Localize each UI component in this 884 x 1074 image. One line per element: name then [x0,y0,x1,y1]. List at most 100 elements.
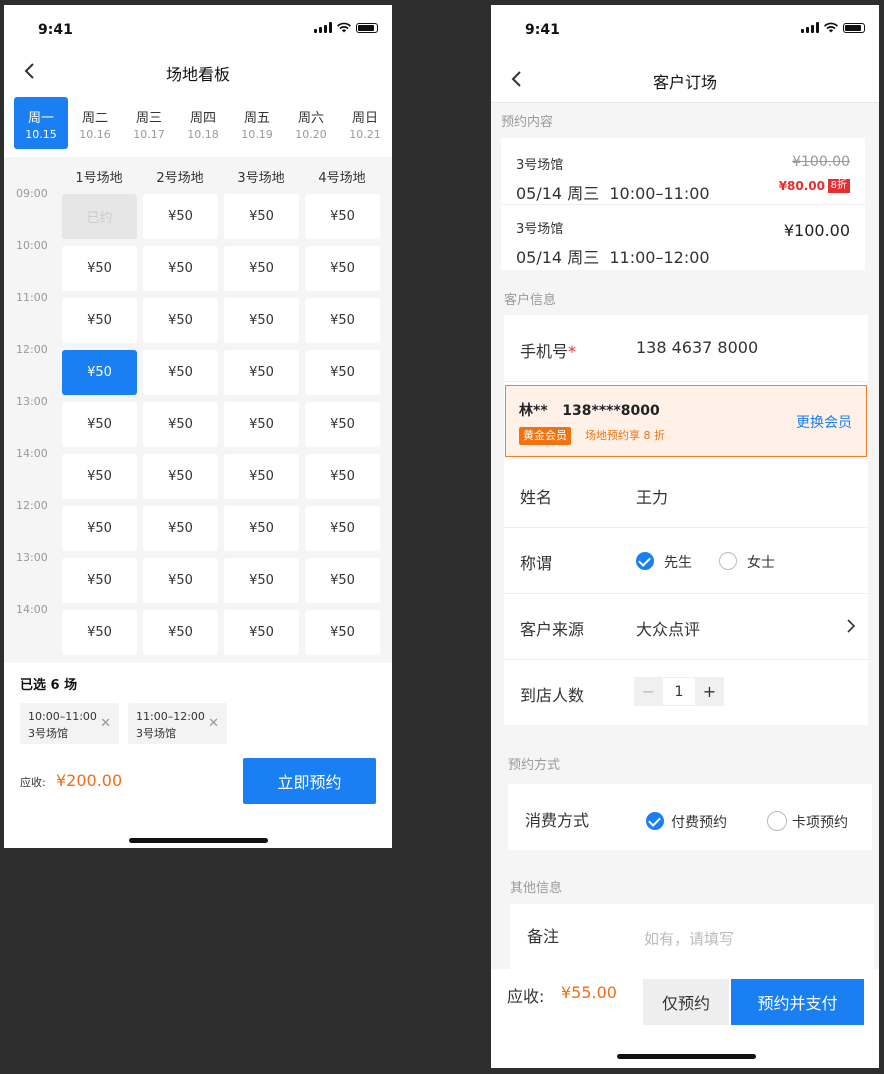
remark-label: 备注 [527,927,560,946]
booking-method-card: 消费方式 付费预约 卡项预约 [508,784,872,850]
slot-cell[interactable]: ¥50 [62,558,137,603]
radio-ms[interactable] [719,552,737,570]
booking-datetime: 05/14 周三 11:00–12:00 [516,244,710,268]
day-date: 10.16 [79,128,111,141]
tab-day[interactable]: 周一 10.15 [14,97,68,149]
tab-day[interactable]: 周日 10.21 [338,97,392,149]
source-row[interactable]: 客户来源 大众点评 [504,593,868,660]
discount-price: ¥80.00 [778,179,825,193]
status-bar: 9:41 [491,5,879,49]
slot-cell[interactable]: ¥50 [143,298,218,343]
page-title: 场地看板 [165,65,230,84]
tab-day[interactable]: 周六 10.20 [284,97,338,149]
reserve-only-button[interactable]: 仅预约 [643,979,729,1025]
tab-day[interactable]: 周四 10.18 [176,97,230,149]
tab-day[interactable]: 周三 10.17 [122,97,176,149]
slot-cell[interactable]: ¥50 [305,194,380,239]
radio-paid-booking[interactable] [646,812,664,830]
reserve-and-pay-button[interactable]: 预约并支付 [731,979,864,1025]
slot-cell[interactable]: ¥50 [305,558,380,603]
time-label: 13:00 [16,551,48,564]
day-name: 周五 [243,111,270,126]
phone-row: 手机号* 138 4637 8000 [504,315,868,382]
slot-selected[interactable]: ¥50 [62,350,137,395]
visitor-count-value[interactable]: 1 [663,677,695,706]
close-icon[interactable]: ✕ [208,715,219,732]
time-label: 10:00 [16,239,48,252]
slot-cell[interactable]: ¥50 [143,454,218,499]
slot-cell[interactable]: ¥50 [305,610,380,655]
court-header: 2号场地 [156,171,204,186]
section-booking-method: 预约方式 [508,758,561,773]
slot-cell[interactable]: ¥50 [143,506,218,551]
slot-cell[interactable]: ¥50 [62,246,137,291]
slot-cell[interactable]: ¥50 [62,298,137,343]
slot-cell[interactable]: ¥50 [305,350,380,395]
remark-input[interactable]: 如有，请填写 [644,928,734,949]
change-member-link[interactable]: 更换会员 [796,412,852,432]
time-label: 09:00 [16,187,48,200]
slot-cell[interactable]: ¥50 [143,402,218,447]
day-date: 10.19 [241,128,273,141]
status-time: 9:41 [38,22,73,38]
booking-time: 11:00–12:00 [609,248,710,267]
due-amount: ¥200.00 [56,771,123,790]
minus-button[interactable]: − [634,677,663,706]
radio-mr-label: 先生 [664,555,692,571]
slot-cell[interactable]: ¥50 [224,610,299,655]
slot-cell[interactable]: ¥50 [224,454,299,499]
booking-list: 3号场馆 05/14 周三 10:00–11:00 ¥100.00 ¥80.00… [501,138,865,270]
court-header: 3号场地 [237,171,285,186]
booking-item: 3号场馆 05/14 周三 11:00–12:00 ¥100.00 [501,204,865,270]
slot-cell[interactable]: ¥50 [305,506,380,551]
booking-date: 05/14 周三 [516,248,600,267]
battery-icon [843,22,865,33]
radio-card-booking[interactable] [767,811,787,831]
slot-cell[interactable]: ¥50 [224,506,299,551]
slot-cell[interactable]: ¥50 [143,194,218,239]
plus-button[interactable]: + [695,677,724,706]
slot-cell[interactable]: ¥50 [62,402,137,447]
discount-badge: 8折 [827,179,850,193]
day-name: 周日 [351,111,378,126]
slot-booked: 已约 [62,194,137,239]
slot-cell[interactable]: ¥50 [62,506,137,551]
selection-panel: 已选 6 场 10:00–11:00 3号场馆 ✕ 11:00–12:00 3号… [4,663,392,848]
page-title: 客户订场 [652,73,717,92]
booking-datetime: 05/14 周三 10:00–11:00 [516,180,710,204]
tab-day[interactable]: 周五 10.19 [230,97,284,149]
booking-date: 05/14 周三 [516,184,600,203]
slot-cell[interactable]: ¥50 [143,246,218,291]
slot-cell[interactable]: ¥50 [224,350,299,395]
close-icon[interactable]: ✕ [100,715,111,732]
booking-time: 10:00–11:00 [609,184,710,203]
booking-venue: 3号场馆 [516,158,564,173]
day-name: 周四 [189,111,216,126]
book-now-button[interactable]: 立即预约 [243,758,376,804]
member-name: 林** 138****8000 [519,400,660,420]
name-field[interactable]: 王力 [636,484,668,508]
slot-cell[interactable]: ¥50 [224,402,299,447]
slot-cell[interactable]: ¥50 [224,298,299,343]
slot-cell[interactable]: ¥50 [62,610,137,655]
slot-cell[interactable]: ¥50 [305,246,380,291]
original-price: ¥100.00 [792,154,850,170]
due-label: 应收: [507,987,545,1006]
day-name: 周六 [297,111,324,126]
day-name: 周二 [81,111,108,126]
slot-cell[interactable]: ¥50 [224,194,299,239]
slot-cell[interactable]: ¥50 [143,558,218,603]
slot-cell[interactable]: ¥50 [62,454,137,499]
slot-cell[interactable]: ¥50 [305,298,380,343]
slot-cell[interactable]: ¥50 [305,402,380,447]
slot-cell[interactable]: ¥50 [143,350,218,395]
slot-cell[interactable]: ¥50 [143,610,218,655]
slot-cell[interactable]: ¥50 [305,454,380,499]
tab-day[interactable]: 周二 10.16 [68,97,122,149]
slot-cell[interactable]: ¥50 [224,246,299,291]
phone-field[interactable]: 138 4637 8000 [636,338,758,357]
radio-mr[interactable] [636,552,654,570]
slot-cell[interactable]: ¥50 [224,558,299,603]
status-time: 9:41 [525,22,560,38]
radio-paid-label: 付费预约 [671,815,727,831]
